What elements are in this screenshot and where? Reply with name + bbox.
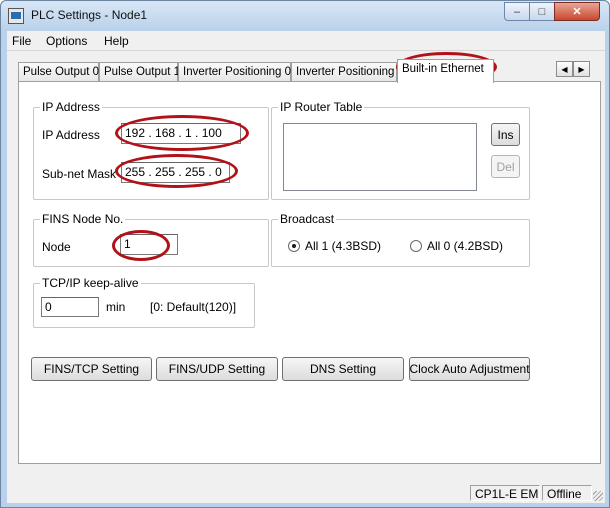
ip-router-table-group: IP Router Table Ins Del (271, 100, 530, 200)
resize-grip-icon[interactable] (593, 491, 603, 501)
menu-bar: File Options Help (7, 31, 605, 51)
menu-file[interactable]: File (12, 34, 31, 48)
keepalive-group: TCP/IP keep-alive 0 min [0: Default(120)… (33, 276, 255, 328)
node-number-input[interactable]: 1 (120, 234, 178, 255)
tab-strip: Pulse Output 0 Pulse Output 1 Inverter P… (7, 58, 605, 83)
broadcast-all1-label[interactable]: All 1 (4.3BSD) (305, 239, 381, 253)
tab-scroll-left-button[interactable]: ◀ (556, 61, 573, 77)
ip-address-label: IP Address (42, 128, 100, 142)
tab-inverter-positioning-0[interactable]: Inverter Positioning 0 (178, 62, 291, 82)
broadcast-group: Broadcast All 1 (4.3BSD) All 0 (4.2BSD) (271, 212, 530, 267)
keepalive-group-label: TCP/IP keep-alive (40, 276, 141, 290)
arrow-right-icon: ▶ (578, 64, 585, 74)
menu-help[interactable]: Help (104, 34, 129, 48)
keepalive-unit: min (106, 300, 126, 314)
client-area: File Options Help Pulse Output 0 Pulse O… (7, 31, 605, 503)
app-icon (8, 8, 24, 24)
broadcast-all0-label[interactable]: All 0 (4.2BSD) (427, 239, 503, 253)
insert-route-button[interactable]: Ins (491, 123, 520, 146)
ip-router-table-label: IP Router Table (278, 100, 365, 114)
delete-route-button[interactable]: Del (491, 155, 520, 178)
plc-settings-window: PLC Settings - Node1 – □ ✕ File Options … (0, 0, 610, 508)
ethernet-settings-panel: IP Address IP Address 192 . 168 . 1 . 10… (18, 81, 601, 464)
fins-node-group: FINS Node No. Node 1 (33, 212, 269, 267)
tab-built-in-ethernet[interactable]: Built-in Ethernet (397, 59, 494, 83)
tab-pulse-output-0[interactable]: Pulse Output 0 (18, 62, 99, 82)
maximize-icon: □ (538, 5, 546, 18)
minimize-icon: – (513, 5, 521, 18)
close-button[interactable]: ✕ (554, 2, 600, 21)
tab-pulse-output-1[interactable]: Pulse Output 1 (99, 62, 180, 82)
title-bar[interactable]: PLC Settings - Node1 – □ ✕ (1, 1, 609, 31)
router-table-list[interactable] (283, 123, 477, 191)
ip-address-group: IP Address IP Address 192 . 168 . 1 . 10… (33, 100, 269, 200)
fins-tcp-setting-button[interactable]: FINS/TCP Setting (31, 357, 152, 381)
node-label: Node (42, 240, 71, 254)
maximize-button[interactable]: □ (529, 2, 555, 21)
tab-inverter-positioning-1[interactable]: Inverter Positioning 1 (291, 62, 397, 82)
close-icon: ✕ (572, 6, 582, 18)
subnet-mask-input[interactable]: 255 . 255 . 255 . 0 (121, 162, 230, 183)
broadcast-group-label: Broadcast (278, 212, 337, 226)
status-model: CP1L-E EM (470, 485, 540, 501)
status-bar: CP1L-E EM Offline (7, 483, 605, 503)
minimize-button[interactable]: – (504, 2, 530, 21)
fins-node-group-label: FINS Node No. (40, 212, 126, 226)
menu-options[interactable]: Options (46, 34, 87, 48)
broadcast-all0-radio[interactable] (410, 240, 422, 252)
fins-udp-setting-button[interactable]: FINS/UDP Setting (156, 357, 278, 381)
dns-setting-button[interactable]: DNS Setting (282, 357, 404, 381)
arrow-left-icon: ◀ (561, 64, 568, 74)
subnet-mask-label: Sub-net Mask (42, 167, 117, 181)
broadcast-all1-radio[interactable] (288, 240, 300, 252)
status-connection: Offline (542, 485, 592, 501)
keepalive-input[interactable]: 0 (41, 297, 99, 317)
clock-auto-adjustment-button[interactable]: Clock Auto Adjustment (409, 357, 530, 381)
ip-address-input[interactable]: 192 . 168 . 1 . 100 (121, 123, 241, 144)
tab-scroll-right-button[interactable]: ▶ (573, 61, 590, 77)
window-title: PLC Settings - Node1 (31, 8, 148, 22)
ip-address-group-label: IP Address (40, 100, 102, 114)
keepalive-hint: [0: Default(120)] (150, 300, 237, 314)
